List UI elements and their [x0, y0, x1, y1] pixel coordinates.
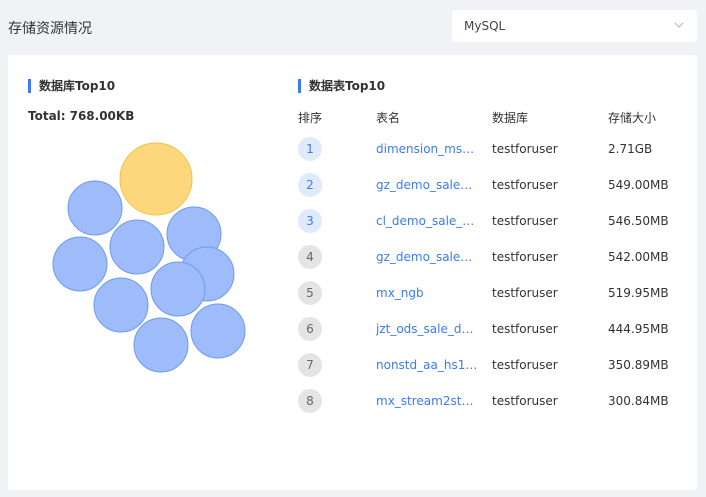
table-name-link[interactable]: mx_ngb [376, 286, 478, 300]
select-value: MySQL [464, 19, 506, 33]
rank-badge: 4 [298, 245, 322, 269]
table-db: testforuser [492, 250, 558, 264]
storage-card: 数据库Top10 Total: 768.00KB 数据表Top10 排序 表名 数… [8, 55, 697, 490]
table-name-link[interactable]: mx_stream2stre… [376, 394, 478, 408]
table-name-link[interactable]: nonstd_aa_hs1_… [376, 358, 478, 372]
table-row: 4 gz_demo_sale_c… testforuser 542.00MB [8, 244, 697, 280]
table-size: 444.95MB [608, 322, 669, 336]
table-db: testforuser [492, 214, 558, 228]
col-size-header: 存储大小 [608, 111, 657, 125]
database-type-select[interactable]: MySQL [452, 10, 697, 42]
table-db: testforuser [492, 358, 558, 372]
table-row: 7 nonstd_aa_hs1_… testforuser 350.89MB [8, 352, 697, 388]
table-size: 2.71GB [608, 142, 653, 156]
table-top10-title: 数据表Top10 [309, 79, 386, 93]
table-name-link[interactable]: gz_demo_sale_c… [376, 178, 478, 192]
section-marker [298, 78, 301, 93]
rank-badge: 3 [298, 209, 322, 233]
table-size: 546.50MB [608, 214, 669, 228]
table-db: testforuser [492, 142, 558, 156]
table-name-link[interactable]: jzt_ods_sale_det… [376, 322, 478, 336]
table-row: 2 gz_demo_sale_c… testforuser 549.00MB [8, 172, 697, 208]
table-size: 350.89MB [608, 358, 669, 372]
rank-badge: 2 [298, 173, 322, 197]
table-size: 549.00MB [608, 178, 669, 192]
table-db: testforuser [492, 178, 558, 192]
table-row: 3 cl_demo_sale_c… testforuser 546.50MB [8, 208, 697, 244]
page-title: 存储资源情况 [8, 21, 92, 37]
rank-badge: 8 [298, 389, 322, 413]
table-size: 300.84MB [608, 394, 669, 408]
table-name-link[interactable]: dimension_ms_h… [376, 142, 478, 156]
col-rank-header: 排序 [298, 111, 323, 125]
col-db-header: 数据库 [492, 111, 529, 125]
rank-badge: 6 [298, 317, 322, 341]
table-db: testforuser [492, 286, 558, 300]
chevron-down-icon [674, 22, 684, 28]
table-size: 519.95MB [608, 286, 669, 300]
table-top10-header: 数据表Top10 [298, 77, 385, 94]
table-row: 8 mx_stream2stre… testforuser 300.84MB [8, 388, 697, 424]
table-size: 542.00MB [608, 250, 669, 264]
rank-badge: 1 [298, 137, 322, 161]
col-name-header: 表名 [376, 111, 401, 125]
table-row: 1 dimension_ms_h… testforuser 2.71GB [8, 136, 697, 172]
table-name-link[interactable]: gz_demo_sale_c… [376, 250, 478, 264]
rank-badge: 7 [298, 353, 322, 377]
table-row: 6 jzt_ods_sale_det… testforuser 444.95MB [8, 316, 697, 352]
table-row: 5 mx_ngb testforuser 519.95MB [8, 280, 697, 316]
table-name-link[interactable]: cl_demo_sale_c… [376, 214, 478, 228]
table-db: testforuser [492, 394, 558, 408]
rank-badge: 5 [298, 281, 322, 305]
table-db: testforuser [492, 322, 558, 336]
